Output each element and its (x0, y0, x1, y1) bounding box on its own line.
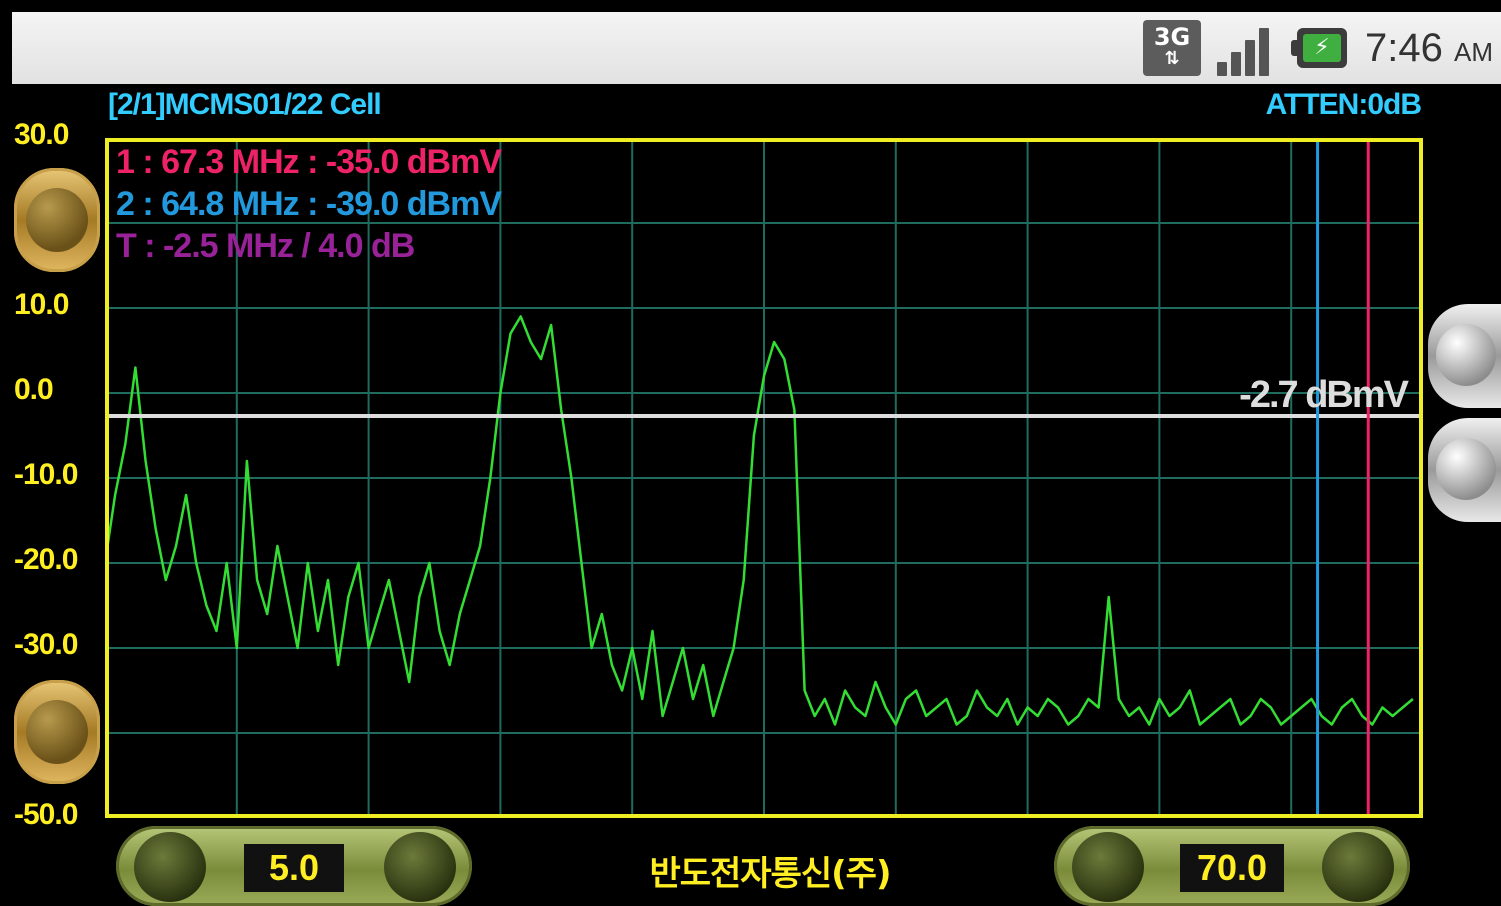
manufacturer-label: 반도전자통신(주) (649, 854, 891, 894)
scale-up-knob[interactable] (14, 168, 100, 272)
y-tick-label: -10.0 (14, 458, 78, 491)
y-tick-label: -50.0 (14, 798, 78, 831)
y-tick-label: 10.0 (14, 288, 69, 321)
y-tick-label: -20.0 (14, 543, 78, 576)
start-freq-value: 5.0 (244, 844, 344, 892)
marker-1-readout: 1 : 67.3 MHz : -35.0 dBmV (116, 143, 502, 181)
start-frequency-control: 5.0 (116, 826, 472, 906)
status-bar: 3G ⇅ ⚡ 7:46 AM (12, 12, 1501, 84)
stop-freq-value: 70.0 (1180, 844, 1284, 892)
stop-freq-increase-button[interactable] (1322, 832, 1394, 902)
y-tick-label: 30.0 (14, 118, 69, 151)
status-clock: 7:46 AM (1365, 26, 1493, 71)
clock-ampm: AM (1454, 36, 1493, 67)
reference-down-knob[interactable] (1428, 418, 1501, 522)
reference-up-knob[interactable] (1428, 304, 1501, 408)
3g-data-icon: 3G ⇅ (1143, 20, 1202, 76)
marker-delta-readout: T : -2.5 MHz / 4.0 dB (116, 227, 415, 265)
scale-down-knob[interactable] (14, 680, 100, 784)
network-type: 3G (1153, 23, 1191, 51)
start-freq-decrease-button[interactable] (134, 832, 206, 902)
stop-frequency-control: 70.0 (1054, 826, 1410, 906)
cell-title: [2/1]MCMS01/22 Cell (108, 88, 382, 121)
battery-charging-icon: ⚡ (1291, 26, 1349, 70)
clock-time: 7:46 (1365, 25, 1443, 70)
stop-freq-decrease-button[interactable] (1072, 832, 1144, 902)
y-tick-label: -30.0 (14, 628, 78, 661)
start-freq-increase-button[interactable] (384, 832, 456, 902)
attenuation-label: ATTEN:0dB (1265, 88, 1422, 121)
marker-2-readout: 2 : 64.8 MHz : -39.0 dBmV (116, 185, 502, 223)
y-tick-label: 0.0 (14, 373, 54, 406)
reference-level-label: -2.7 dBmV (1239, 374, 1409, 416)
signal-strength-icon (1217, 20, 1275, 76)
